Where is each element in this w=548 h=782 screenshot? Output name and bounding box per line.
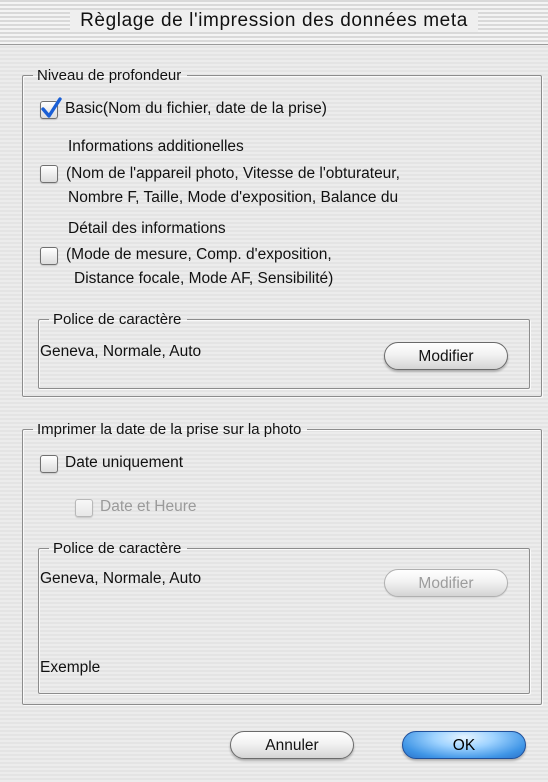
additional-info-checkbox[interactable] — [40, 165, 58, 183]
example-label: Exemple — [40, 659, 101, 676]
font-value-depth: Geneva, Normale, Auto — [40, 343, 202, 360]
detail-info-checkbox[interactable] — [40, 247, 58, 265]
print-date-legend: Imprimer la date de la prise sur la phot… — [37, 421, 302, 438]
font-legend-date: Police de caractère — [53, 540, 182, 557]
date-time-label[interactable]: Date et Heure — [100, 497, 197, 517]
date-only-checkbox[interactable] — [40, 455, 58, 473]
additional-info-line1[interactable]: (Nom de l'appareil photo, Vitesse de l'o… — [66, 164, 400, 184]
window-title: Règlage de l'impression des données meta — [70, 10, 478, 32]
depth-level-legend: Niveau de profondeur — [37, 67, 182, 84]
date-time-checkbox[interactable] — [75, 499, 93, 517]
date-only-label[interactable]: Date uniquement — [65, 453, 183, 473]
cancel-button[interactable]: Annuler — [230, 731, 354, 759]
ok-button[interactable]: OK — [402, 731, 526, 759]
detail-info-title: Détail des informations — [68, 220, 226, 237]
font-group-date: Police de caractère — [38, 540, 530, 694]
additional-info-line2: Nombre F, Taille, Mode d'exposition, Bal… — [68, 189, 399, 206]
checkmark-icon — [41, 97, 62, 118]
window-titlebar[interactable]: Règlage de l'impression des données meta — [0, 0, 548, 45]
modify-font-button[interactable]: Modifier — [384, 342, 508, 370]
font-legend-depth: Police de caractère — [53, 311, 182, 328]
modify-font-button-disabled[interactable]: Modifier — [384, 569, 508, 597]
font-value-date: Geneva, Normale, Auto — [40, 570, 202, 587]
detail-info-line2: Distance focale, Mode AF, Sensibilité) — [74, 270, 334, 287]
basic-checkbox[interactable] — [40, 97, 62, 119]
additional-info-title: Informations additionelles — [68, 138, 244, 155]
basic-label[interactable]: Basic(Nom du fichier, date de la prise) — [65, 99, 327, 119]
detail-info-line1[interactable]: (Mode de mesure, Comp. d'exposition, — [66, 245, 332, 265]
